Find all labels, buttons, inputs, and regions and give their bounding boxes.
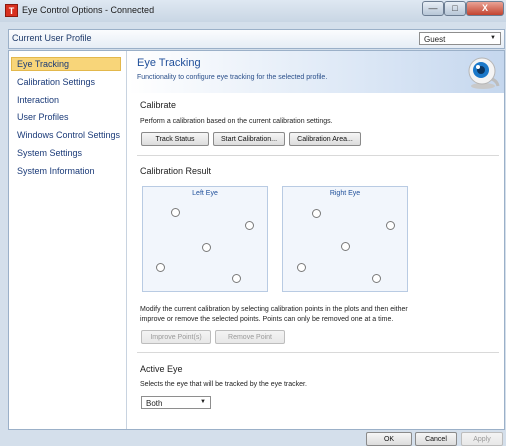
- start-calibration-button[interactable]: Start Calibration...: [213, 132, 285, 146]
- active-eye-select-value: Both: [146, 399, 163, 408]
- profile-select-value: Guest: [424, 35, 446, 44]
- maximize-button[interactable]: □: [444, 1, 466, 16]
- window-title: Eye Control Options - Connected: [22, 5, 155, 15]
- active-eye-description: Selects the eye that will be tracked by …: [140, 381, 307, 388]
- chevron-down-icon: ▼: [490, 35, 496, 41]
- calibration-point[interactable]: [341, 242, 350, 251]
- left-eye-label: Left Eye: [192, 190, 218, 197]
- active-eye-title: Active Eye: [140, 364, 183, 374]
- profile-select[interactable]: Guest ▼: [419, 32, 501, 45]
- improve-points-button[interactable]: Improve Point(s): [141, 330, 211, 344]
- calibration-point[interactable]: [372, 274, 381, 283]
- sidebar-item-eye-tracking[interactable]: Eye Tracking: [17, 59, 69, 69]
- sidebar-item-system-settings[interactable]: System Settings: [17, 148, 82, 158]
- page-title: Eye Tracking: [137, 57, 201, 69]
- calibration-point[interactable]: [171, 208, 180, 217]
- right-eye-plot[interactable]: Right Eye: [282, 186, 408, 292]
- chevron-down-icon: ▼: [200, 399, 206, 405]
- minimize-button[interactable]: —: [422, 1, 444, 16]
- profile-label: Current User Profile: [12, 33, 92, 43]
- calibration-point[interactable]: [245, 221, 254, 230]
- sidebar-item-calibration-settings[interactable]: Calibration Settings: [17, 77, 95, 87]
- calibrate-title: Calibrate: [140, 100, 177, 110]
- remove-point-button[interactable]: Remove Point: [215, 330, 285, 344]
- calibration-point[interactable]: [297, 263, 306, 272]
- app-icon: T: [5, 4, 18, 17]
- sidebar-item-user-profiles[interactable]: User Profiles: [17, 112, 69, 122]
- left-eye-plot[interactable]: Left Eye: [142, 186, 268, 292]
- divider: [137, 352, 499, 353]
- sidebar-item-interaction[interactable]: Interaction: [17, 95, 59, 105]
- apply-button[interactable]: Apply: [461, 432, 503, 446]
- page-description: Functionality to configure eye tracking …: [137, 74, 328, 81]
- active-eye-select[interactable]: Both ▼: [141, 396, 211, 409]
- calibration-point[interactable]: [156, 263, 165, 272]
- calibration-point[interactable]: [312, 209, 321, 218]
- calibration-result-title: Calibration Result: [140, 166, 212, 176]
- sidebar-item-system-information[interactable]: System Information: [17, 166, 95, 176]
- calibrate-description: Perform a calibration based on the curre…: [140, 118, 333, 125]
- divider: [137, 155, 499, 156]
- close-button[interactable]: X: [466, 1, 504, 16]
- calibration-point[interactable]: [386, 221, 395, 230]
- cancel-button[interactable]: Cancel: [415, 432, 457, 446]
- ok-button[interactable]: OK: [366, 432, 412, 446]
- sidebar-item-windows-control-settings[interactable]: Windows Control Settings: [17, 130, 120, 140]
- right-eye-label: Right Eye: [329, 190, 361, 197]
- calibration-point[interactable]: [232, 274, 241, 283]
- calibration-area-button[interactable]: Calibration Area...: [289, 132, 361, 146]
- eye-camera-icon: [468, 57, 500, 89]
- track-status-button[interactable]: Track Status: [141, 132, 209, 146]
- calibration-help-line-2: improve or remove the selected points. P…: [140, 316, 394, 323]
- sidebar: [9, 51, 127, 429]
- calibration-point[interactable]: [202, 243, 211, 252]
- calibration-help-line-1: Modify the current calibration by select…: [140, 306, 408, 313]
